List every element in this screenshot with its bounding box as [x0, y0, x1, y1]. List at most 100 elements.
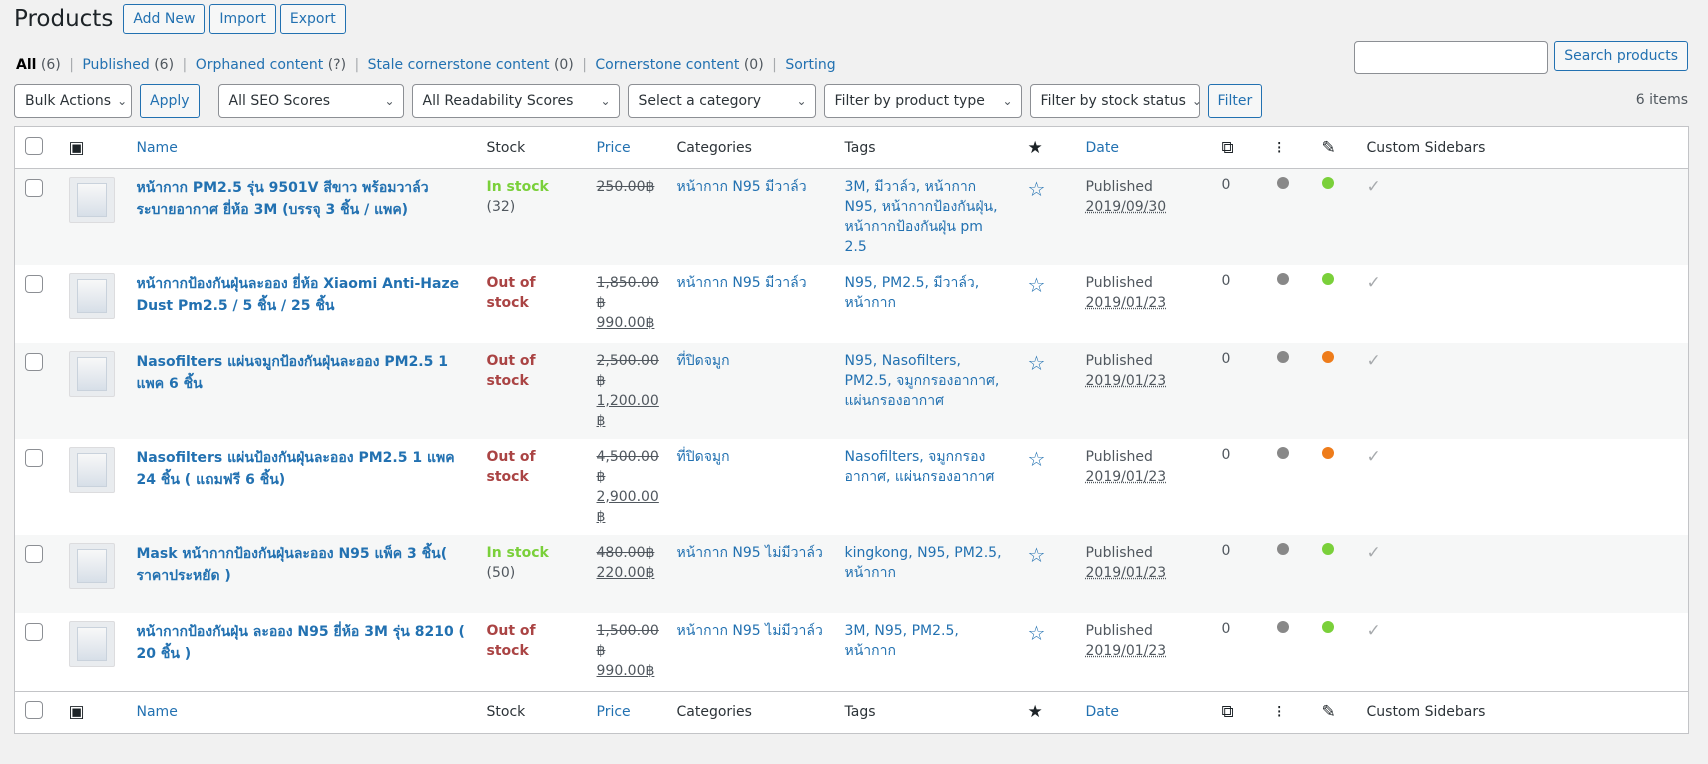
stock-quantity: (32)	[486, 199, 516, 215]
product-category-link[interactable]: หน้ากาก N95 ไม่มีวาล์ว	[677, 545, 823, 561]
column-custom-sidebars: Custom Sidebars	[1366, 139, 1486, 156]
product-thumbnail[interactable]	[68, 177, 115, 223]
traffic-light-icon[interactable]: ⁝	[1277, 138, 1282, 158]
export-button[interactable]: Export	[279, 4, 346, 34]
row-checkbox[interactable]	[25, 275, 43, 293]
bulk-actions-select[interactable]: Bulk Actions ⌄	[14, 84, 132, 118]
table-row[interactable]: Nasofilters แผ่นจมูกป้องกันฝุ่นละออง PM2…	[14, 343, 1689, 439]
table-row[interactable]: หน้ากากป้องกันฝุ่นละออง ยี่ห้อ Xiaomi An…	[15, 265, 1689, 343]
add-new-button[interactable]: Add New	[123, 4, 206, 34]
row-checkbox[interactable]	[25, 179, 43, 197]
internal-links-icon[interactable]: ⧉	[1222, 702, 1234, 722]
stock-status: Out of stock	[486, 623, 536, 659]
column-date-sort[interactable]: Date	[1086, 704, 1119, 720]
product-category-link[interactable]: หน้ากาก N95 มีวาล์ว	[677, 179, 807, 195]
product-thumbnail[interactable]	[68, 543, 115, 589]
product-name-link[interactable]: Nasofilters แผ่นป้องกันฝุ่นละออง PM2.5 1…	[137, 450, 455, 488]
view-sorting[interactable]: Sorting	[785, 57, 835, 73]
product-type-select[interactable]: Filter by product type ⌄	[823, 84, 1022, 118]
product-tags-links[interactable]: N95, Nasofilters, PM2.5, จมูกกรองอากาศ, …	[845, 353, 1000, 409]
product-category-link[interactable]: ที่ปิดจมูก	[677, 449, 730, 465]
seo-score-select[interactable]: All SEO Scores ⌄	[217, 84, 404, 118]
view-stale-cornerstone[interactable]: Stale cornerstone content	[368, 57, 550, 73]
product-tags-links[interactable]: 3M, N95, PM2.5, หน้ากาก	[845, 623, 959, 659]
product-thumbnail[interactable]	[68, 273, 115, 319]
readability-score-dot	[1321, 177, 1334, 189]
product-name-link[interactable]: หน้ากากป้องกันฝุ่น ละออง N95 ยี่ห้อ 3M ร…	[137, 624, 465, 662]
date-status: Published	[1085, 449, 1153, 465]
star-filled-icon[interactable]: ★	[1028, 702, 1043, 722]
search-input[interactable]	[1354, 41, 1549, 74]
stock-status: In stock	[486, 179, 549, 195]
view-published[interactable]: Published	[82, 57, 149, 73]
filter-button[interactable]: Filter	[1207, 84, 1263, 118]
stock-quantity: (50)	[486, 565, 516, 581]
product-thumbnail[interactable]	[68, 621, 115, 667]
feather-icon[interactable]: ✎	[1322, 138, 1336, 158]
apply-button[interactable]: Apply	[140, 84, 200, 118]
view-all[interactable]: All	[16, 57, 36, 73]
product-thumbnail[interactable]	[68, 447, 115, 493]
internal-links-count: 0	[1221, 273, 1231, 289]
product-tags-links[interactable]: N95, PM2.5, มีวาล์ว, หน้ากาก	[845, 275, 980, 311]
star-outline-icon[interactable]: ☆	[1028, 447, 1046, 471]
star-outline-icon[interactable]: ☆	[1028, 543, 1046, 567]
product-name-link[interactable]: Mask หน้ากากป้องกันฝุ่นละออง N95 แพ็ค 3 …	[137, 546, 448, 584]
product-tags-links[interactable]: Nasofilters, จมูกกรองอากาศ, แผ่นกรองอากา…	[845, 449, 995, 485]
table-row[interactable]: Mask หน้ากากป้องกันฝุ่นละออง N95 แพ็ค 3 …	[14, 535, 1689, 613]
star-outline-icon[interactable]: ☆	[1028, 177, 1046, 201]
star-outline-icon[interactable]: ☆	[1028, 273, 1046, 297]
category-label: Select a category	[638, 93, 762, 109]
product-category-link[interactable]: หน้ากาก N95 มีวาล์ว	[677, 275, 807, 291]
category-select[interactable]: Select a category ⌄	[627, 84, 816, 118]
chevron-down-icon: ⌄	[600, 94, 611, 108]
table-row[interactable]: Nasofilters แผ่นป้องกันฝุ่นละออง PM2.5 1…	[15, 439, 1689, 535]
product-name-link[interactable]: Nasofilters แผ่นจมูกป้องกันฝุ่นละออง PM2…	[137, 354, 448, 392]
search-products-button[interactable]: Search products	[1554, 41, 1688, 71]
view-separator: |	[582, 57, 587, 73]
column-categories: Categories	[676, 139, 752, 156]
column-name-sort[interactable]: Name	[137, 140, 178, 156]
internal-links-icon[interactable]: ⧉	[1222, 138, 1234, 158]
column-price-sort[interactable]: Price	[597, 704, 631, 720]
star-filled-icon[interactable]: ★	[1028, 138, 1043, 158]
row-checkbox[interactable]	[25, 623, 43, 641]
product-name-link[interactable]: หน้ากาก PM2.5 รุ่น 9501V สีขาว พร้อมวาล์…	[137, 180, 429, 218]
import-button[interactable]: Import	[209, 4, 276, 34]
seo-score-dot	[1276, 447, 1289, 459]
product-name-link[interactable]: หน้ากากป้องกันฝุ่นละออง ยี่ห้อ Xiaomi An…	[137, 276, 460, 314]
select-all-checkbox[interactable]	[25, 136, 43, 155]
internal-links-count: 0	[1221, 447, 1231, 463]
traffic-light-icon[interactable]: ⁝	[1277, 702, 1282, 722]
product-thumbnail[interactable]	[68, 351, 115, 397]
row-checkbox[interactable]	[25, 353, 43, 371]
internal-links-count: 0	[1221, 621, 1231, 637]
product-category-link[interactable]: ที่ปิดจมูก	[677, 353, 730, 369]
column-price-sort[interactable]: Price	[597, 140, 631, 156]
feather-icon[interactable]: ✎	[1322, 702, 1336, 722]
row-checkbox[interactable]	[25, 449, 43, 467]
product-category-link[interactable]: หน้ากาก N95 ไม่มีวาล์ว	[677, 623, 823, 639]
stock-status-select[interactable]: Filter by stock status ⌄	[1029, 84, 1202, 118]
table-row[interactable]: หน้ากากป้องกันฝุ่น ละออง N95 ยี่ห้อ 3M ร…	[15, 613, 1689, 691]
page-header: Products Add New Import Export	[14, 4, 346, 34]
seo-score-dot	[1276, 273, 1289, 285]
product-tags-links[interactable]: kingkong, N95, PM2.5, หน้ากาก	[845, 545, 1002, 581]
sale-price: 2,900.00 ฿	[596, 489, 659, 525]
table-row[interactable]: หน้ากาก PM2.5 รุ่น 9501V สีขาว พร้อมวาล์…	[14, 168, 1689, 265]
checkmark-icon: ✓	[1366, 351, 1381, 371]
column-stock: Stock	[486, 704, 526, 720]
star-outline-icon[interactable]: ☆	[1028, 351, 1046, 375]
column-date-sort[interactable]: Date	[1086, 140, 1119, 156]
readability-select[interactable]: All Readability Scores ⌄	[411, 84, 620, 118]
table-header-row: ▣ Name Stock Price Categories Tags ★ Dat…	[14, 126, 1689, 169]
row-checkbox[interactable]	[25, 545, 43, 563]
view-orphaned[interactable]: Orphaned content	[196, 57, 324, 73]
star-outline-icon[interactable]: ☆	[1028, 621, 1046, 645]
select-all-checkbox[interactable]	[25, 701, 43, 719]
column-name-sort[interactable]: Name	[137, 704, 178, 720]
internal-links-count: 0	[1221, 177, 1231, 193]
view-cornerstone[interactable]: Cornerstone content	[595, 57, 739, 73]
product-tags-links[interactable]: 3M, มีวาล์ว, หน้ากาก N95, หน้ากากป้องกัน…	[845, 179, 998, 255]
column-stock: Stock	[486, 139, 526, 156]
